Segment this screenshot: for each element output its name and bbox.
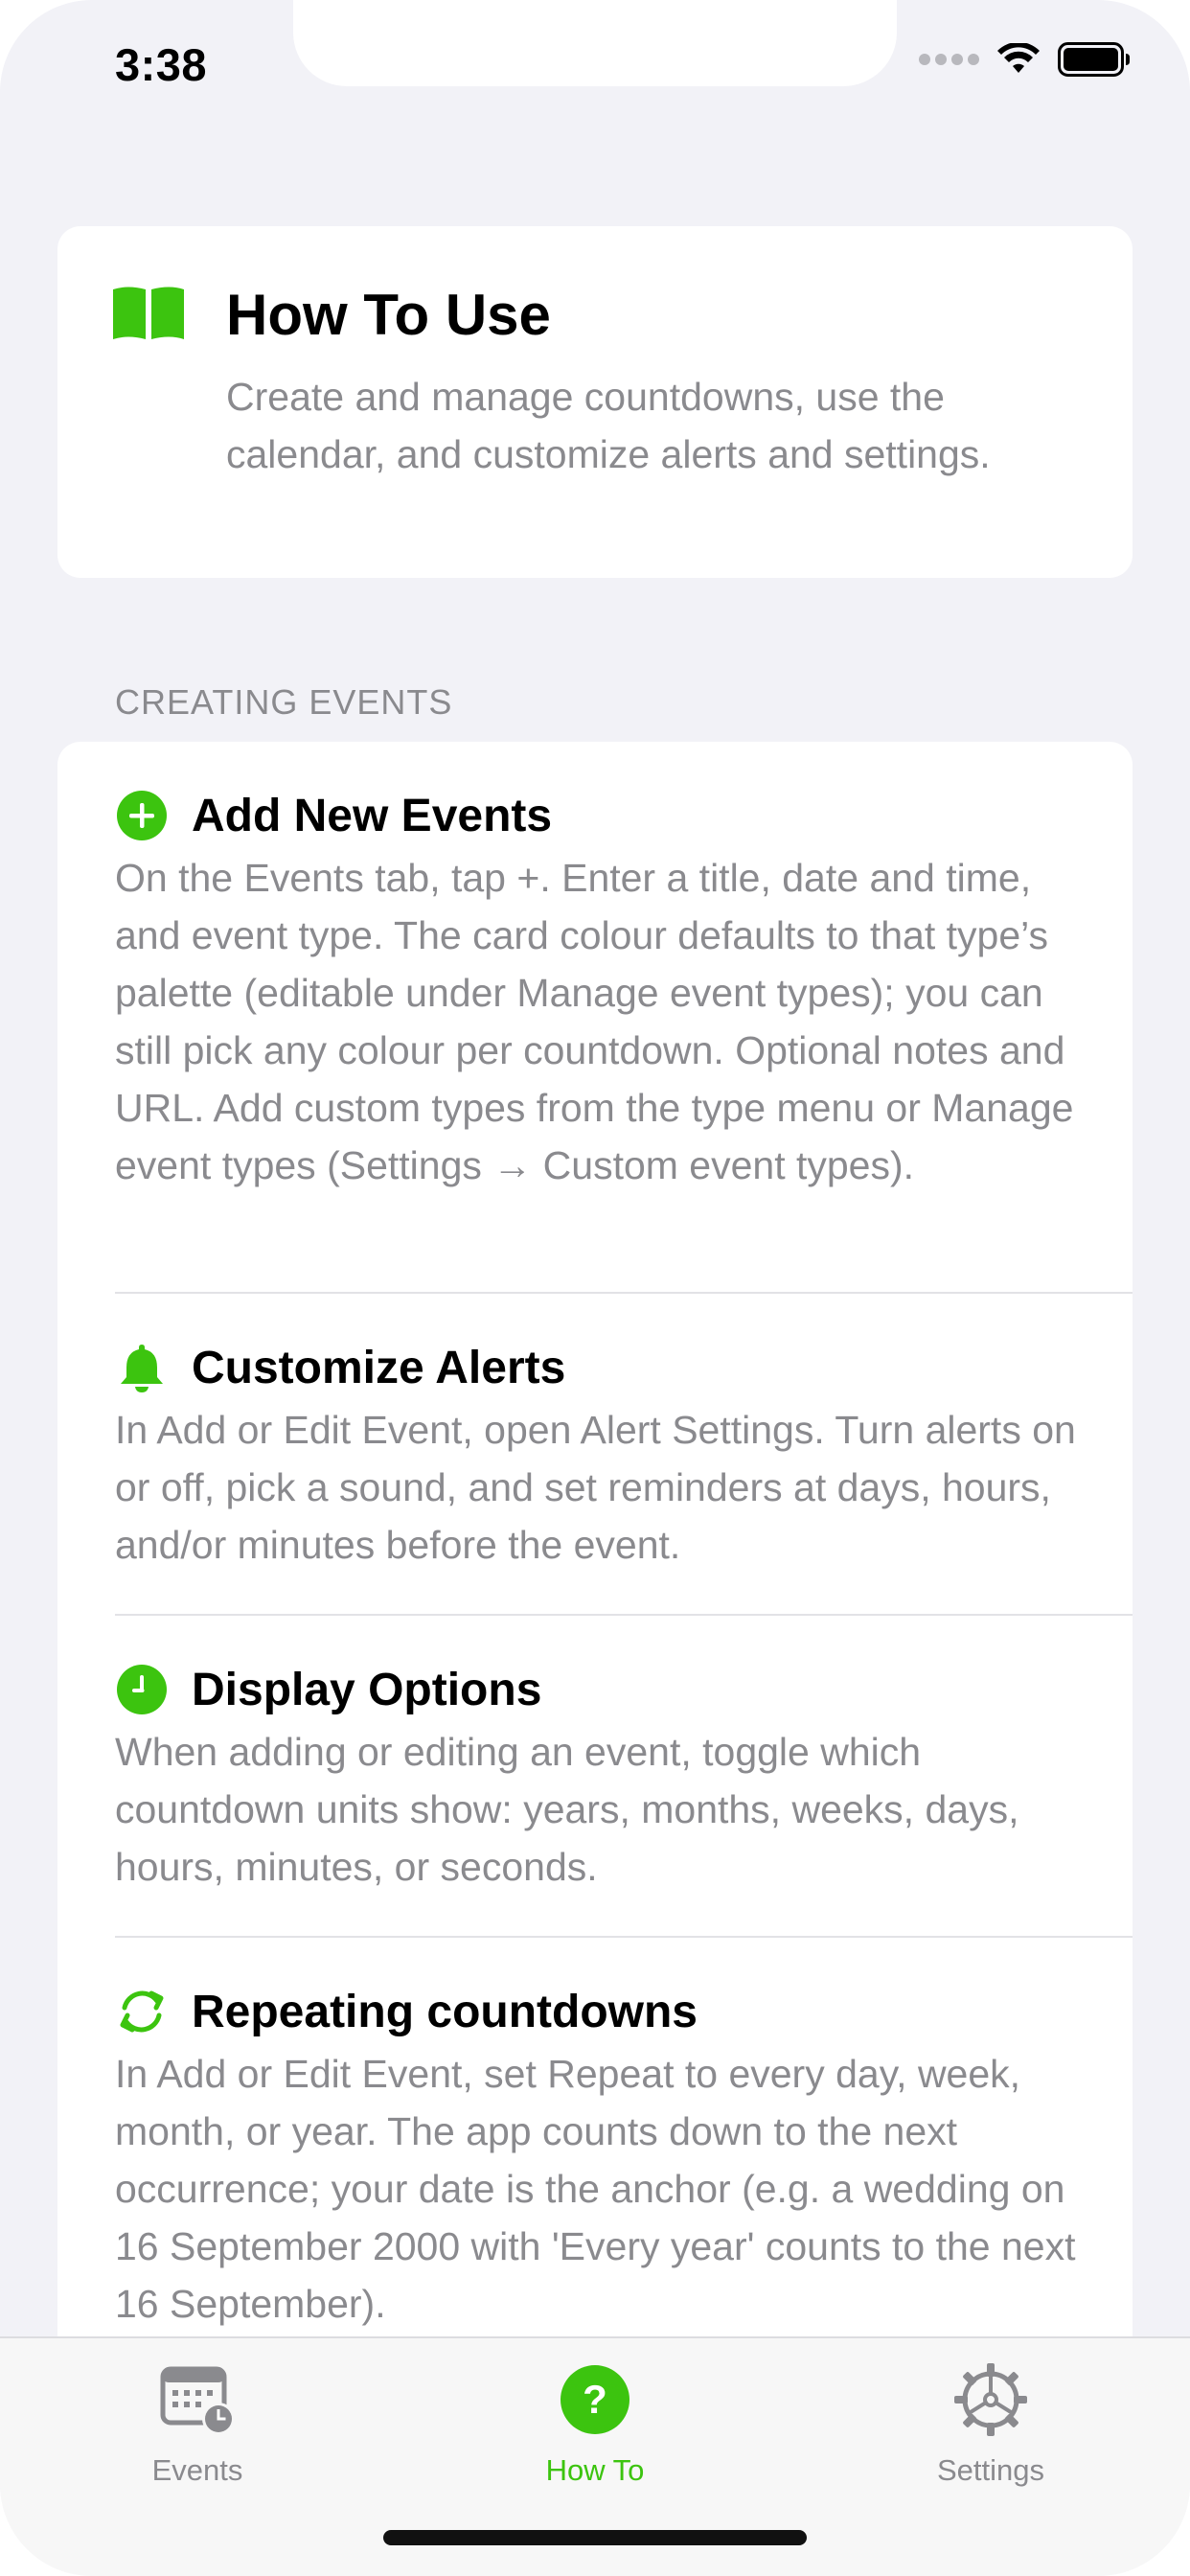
tab-label: How To (545, 2453, 645, 2487)
svg-text:?: ? (583, 2377, 607, 2422)
list-item: Add New Events On the Events tab, tap +.… (115, 782, 1133, 1194)
book-icon (113, 287, 184, 339)
divider (115, 1614, 1133, 1616)
section-header: CREATING EVENTS (115, 682, 453, 722)
page-title: How To Use (226, 283, 551, 347)
question-circle-icon: ? (561, 2365, 629, 2434)
tab-label: Events (151, 2453, 243, 2487)
clock-icon (117, 1665, 167, 1714)
wifi-icon (997, 43, 1040, 73)
item-description: When adding or editing an event, toggle … (115, 1730, 1019, 1889)
divider (115, 1292, 1133, 1294)
list-item: Repeating countdowns In Add or Edit Even… (115, 1978, 1133, 2333)
home-indicator (383, 2530, 807, 2545)
page-description: Create and manage countdowns, use the ca… (226, 375, 991, 476)
item-description: In Add or Edit Event, set Repeat to ever… (115, 2052, 1076, 2326)
gear-icon (954, 2363, 1027, 2436)
status-indicators (919, 42, 1131, 77)
app-screen: 3:38 How To Use Create and manage countd… (0, 0, 1190, 2576)
tab-settings[interactable]: Settings (866, 2359, 1115, 2488)
status-time: 3:38 (115, 39, 208, 90)
device-notch (293, 0, 897, 86)
list-item: Display Options When adding or editing a… (115, 1656, 1133, 1896)
bell-icon (121, 1345, 163, 1392)
item-title: Display Options (192, 1664, 542, 1715)
cellular-signal-icon (919, 54, 979, 65)
battery-icon (1058, 42, 1130, 77)
plus-circle-icon (117, 791, 167, 840)
creating-events-list: Add New Events On the Events tab, tap +.… (57, 742, 1133, 2576)
calendar-clock-icon (160, 2366, 235, 2435)
item-title: Customize Alerts (192, 1342, 566, 1393)
item-title: Repeating countdowns (192, 1986, 698, 2037)
item-title: Add New Events (192, 790, 553, 841)
how-to-header-card: How To Use Create and manage countdowns,… (57, 226, 1133, 578)
divider (115, 1936, 1133, 1938)
tab-how-to[interactable]: ? How To (470, 2359, 720, 2488)
item-description: In Add or Edit Event, open Alert Setting… (115, 1408, 1076, 1567)
tab-events[interactable]: Events (73, 2359, 322, 2488)
repeat-icon (120, 1990, 164, 2033)
tab-label: Settings (936, 2453, 1044, 2487)
list-item: Customize Alerts In Add or Edit Event, o… (115, 1334, 1133, 1574)
item-description: On the Events tab, tap +. Enter a title,… (115, 856, 1074, 1187)
